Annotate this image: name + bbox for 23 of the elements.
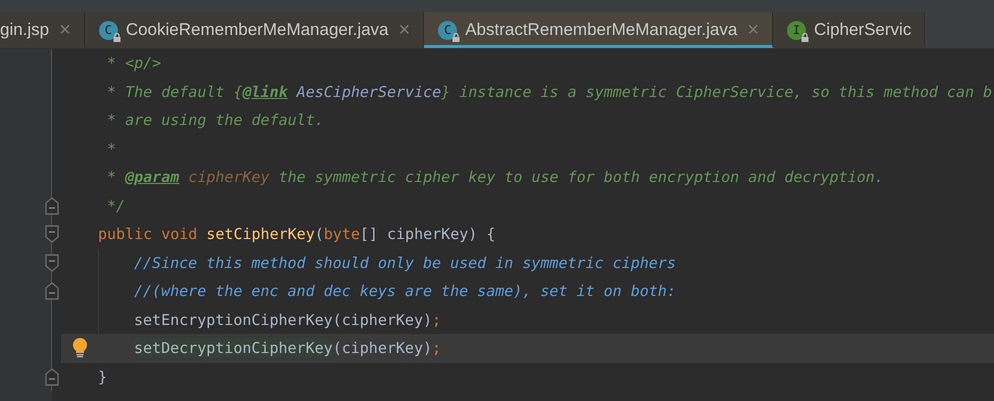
code-line: * (106, 138, 118, 160)
code-line: //Since this method should only be used in symmetric ciphers (98, 248, 994, 277)
code-line: * are using the default. (106, 110, 325, 132)
code-line: * The default {@link AesCipherService} instance is a symmetric CipherService, so this method can b (106, 82, 994, 103)
editor-tab[interactable]: gin.jsp × (0, 12, 85, 48)
code-line: public void setCipherKey(byte[] cipherKey) { (98, 224, 496, 246)
fold-marker-icon[interactable] (45, 254, 59, 272)
code-line: //(where the enc and dec keys are the same), set it on both: (98, 277, 994, 306)
lightbulb-icon[interactable] (72, 338, 88, 358)
fold-marker-icon[interactable] (45, 368, 59, 386)
code-line: } (98, 366, 108, 388)
editor-tab[interactable]: C AbstractRememberMeManager.java × (424, 12, 774, 48)
fold-marker-icon[interactable] (45, 282, 59, 300)
fold-marker-icon[interactable] (45, 225, 59, 244)
editor-tab[interactable]: C CookieRememberMeManager.java × (84, 12, 424, 48)
code-line: */ (106, 196, 126, 217)
file-type-icon: C (438, 20, 458, 40)
file-type-icon: C (98, 20, 118, 40)
file-type-icon: I (787, 20, 806, 40)
editor-tab[interactable]: I CipherServic (773, 12, 926, 48)
code-line: * <p/> (106, 53, 162, 74)
fold-marker-icon[interactable] (45, 196, 59, 215)
code-line: * @param cipherKey the symmetric cipher key to use for both encryption and decryption. (106, 167, 885, 188)
